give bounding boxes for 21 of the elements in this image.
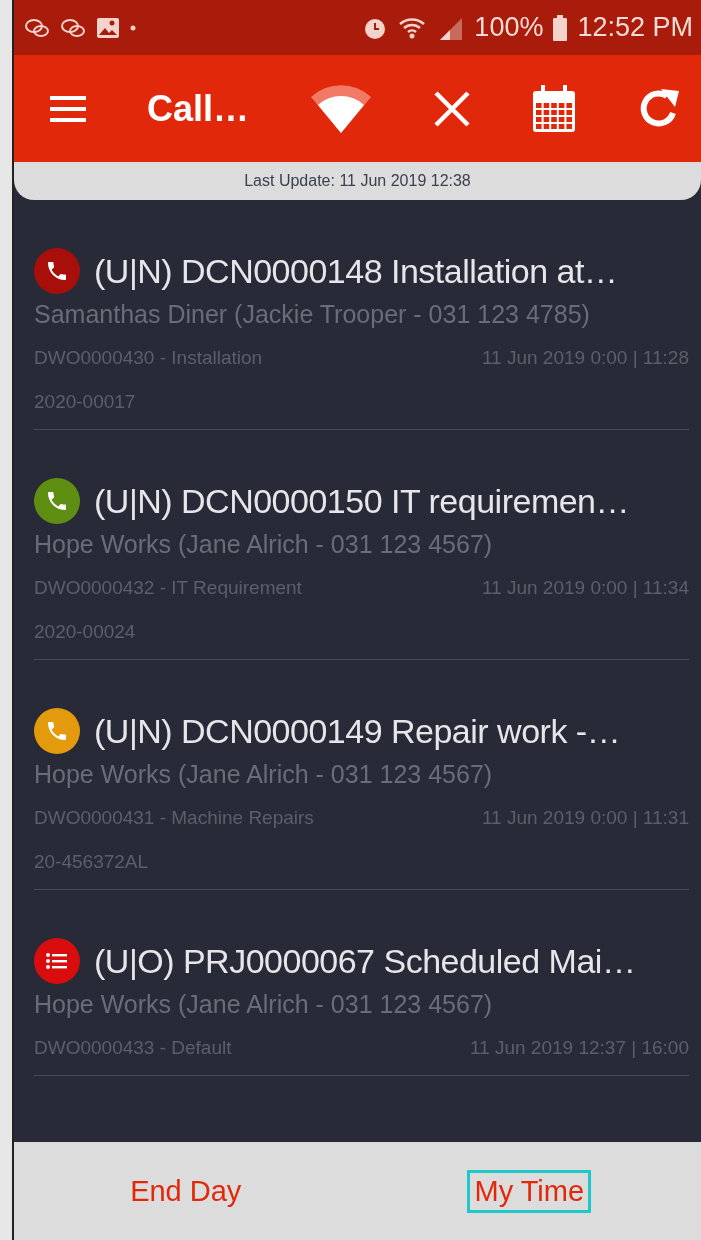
wifi-icon (310, 84, 372, 133)
customer-contact: Hope Works (Jane Alrich - 031 123 4567) (34, 530, 494, 559)
calendar-button[interactable] (531, 84, 576, 133)
last-update-text: Last Update: 11 Jun 2019 12:38 (244, 172, 471, 190)
call-title: (U|N) DCN0000150 IT requiremen… (94, 481, 630, 521)
customer-contact: Hope Works (Jane Alrich - 031 123 4567) (34, 760, 494, 789)
battery-icon (553, 14, 568, 41)
close-button[interactable] (433, 89, 471, 128)
image-icon (96, 16, 120, 39)
clock-time: 12:52 PM (577, 12, 693, 43)
screen-title: Call… (147, 87, 249, 130)
call-title: (U|O) PRJ0000067 Scheduled Mai… (94, 941, 636, 981)
battery-percent: 100% (474, 12, 544, 43)
call-title: (U|N) DCN0000148 Installation at… (94, 251, 618, 291)
customer-contact: Samanthas Diner (Jackie Trooper - 031 123 4785) (34, 300, 591, 329)
call-title: (U|N) DCN0000149 Repair work -… (94, 711, 621, 751)
customer-contact: Hope Works (Jane Alrich - 031 123 4567) (34, 990, 494, 1019)
chat-icon (24, 16, 50, 39)
dot-icon (130, 24, 136, 31)
chat-icon (60, 16, 86, 39)
menu-button[interactable] (50, 94, 86, 123)
